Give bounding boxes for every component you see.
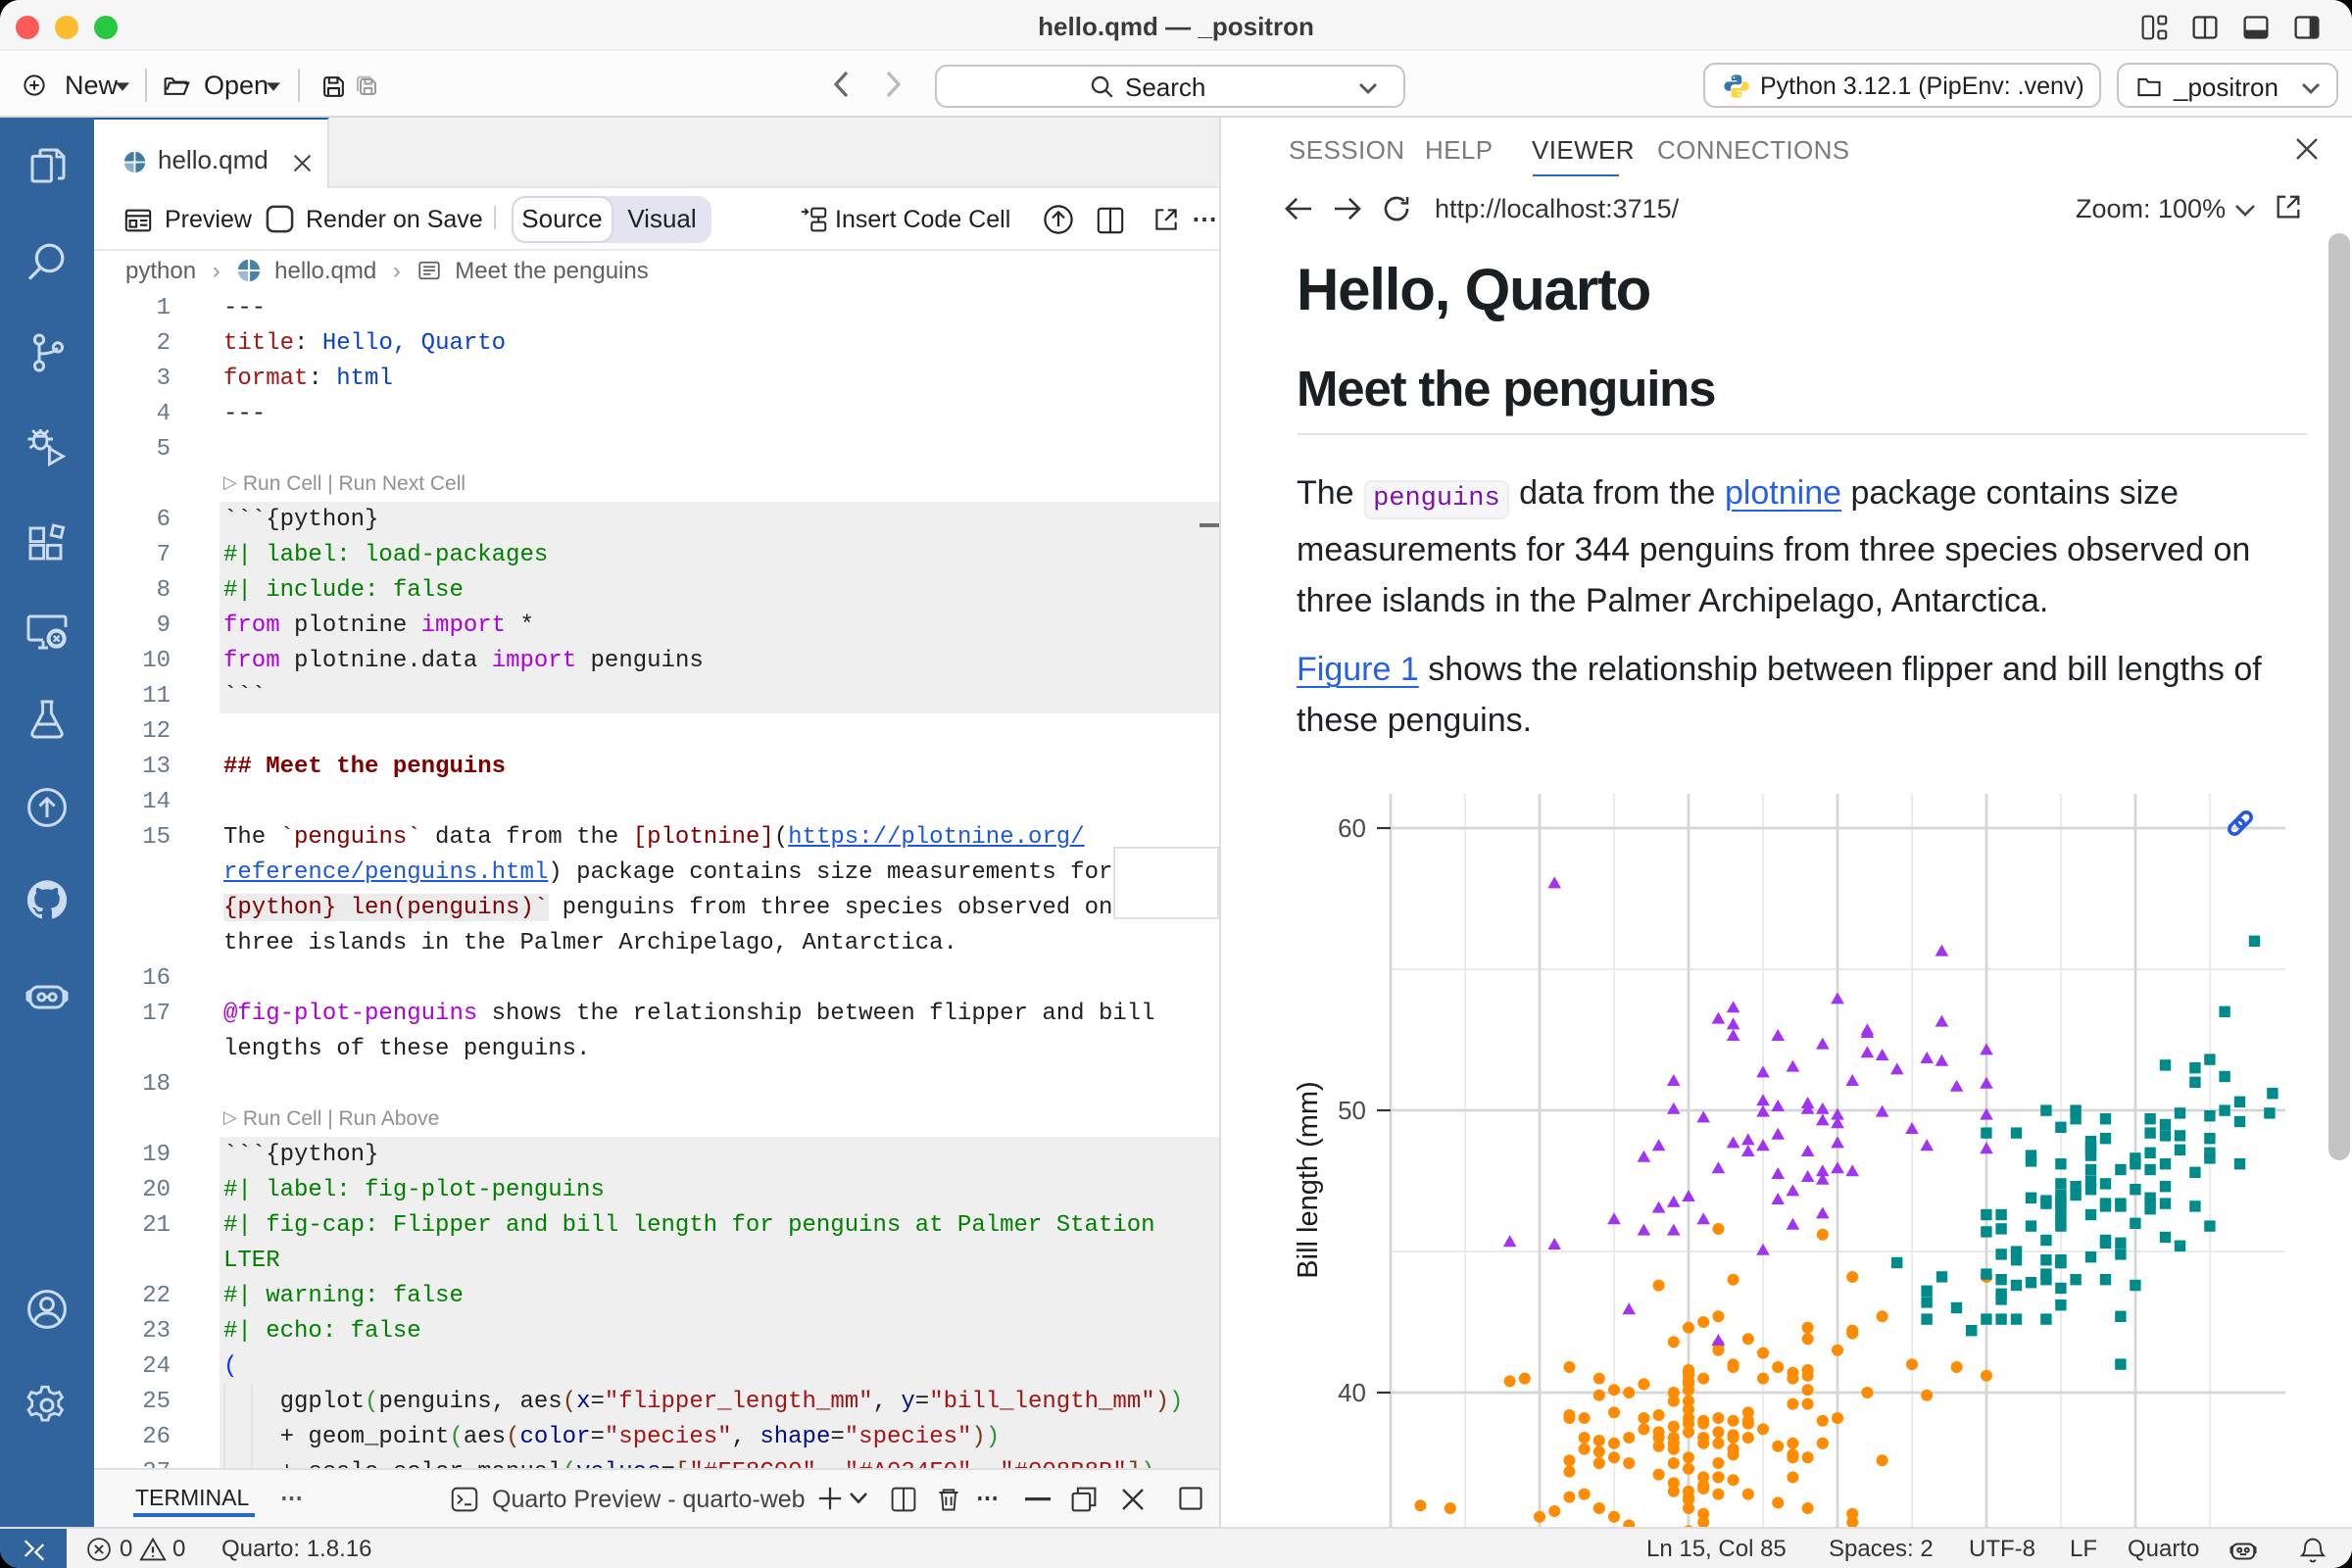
svg-text:50: 50 [1338, 1096, 1366, 1125]
svg-text:60: 60 [1338, 813, 1366, 843]
svg-text:40: 40 [1338, 1378, 1366, 1407]
svg-text:Bill length (mm): Bill length (mm) [1293, 1081, 1324, 1278]
